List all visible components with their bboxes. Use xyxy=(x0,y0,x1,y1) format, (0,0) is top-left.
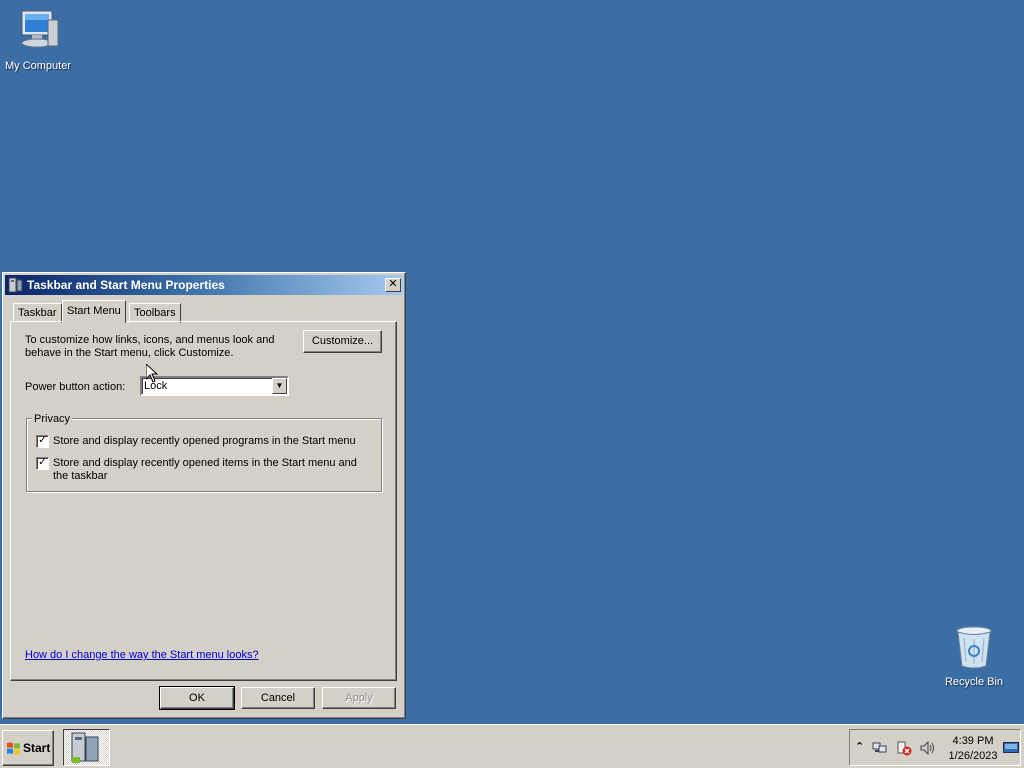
desktop-icon-my-computer[interactable]: My Computer xyxy=(0,8,76,72)
privacy-legend: Privacy xyxy=(32,413,73,425)
dropdown-arrow-icon[interactable]: ▼ xyxy=(272,378,287,394)
recycle-bin-icon xyxy=(950,624,998,670)
taskbar-properties-icon xyxy=(71,732,99,763)
windows-logo-icon xyxy=(6,741,21,756)
checkbox-row-recent-items[interactable]: ✓ Store and display recently opened item… xyxy=(36,457,358,483)
checkbox-row-recent-programs[interactable]: ✓ Store and display recently opened prog… xyxy=(36,435,358,448)
customize-info-text: To customize how links, icons, and menus… xyxy=(25,334,275,359)
tab-toolbars[interactable]: Toolbars xyxy=(129,303,181,323)
customize-button[interactable]: Customize... xyxy=(303,330,382,353)
apply-button[interactable]: Apply xyxy=(322,687,396,709)
taskbar-button-properties[interactable] xyxy=(63,729,110,766)
power-button-action-select[interactable]: Lock ▼ xyxy=(140,376,289,396)
desktop-icon-label: My Computer xyxy=(4,60,72,72)
help-link[interactable]: How do I change the way the Start menu l… xyxy=(25,649,259,661)
checkbox-label: Store and display recently opened progra… xyxy=(53,435,356,447)
ok-button[interactable]: OK xyxy=(159,686,235,710)
checkbox-label: Store and display recently opened items … xyxy=(53,457,357,482)
desktop-icon-label: Recycle Bin xyxy=(944,676,1004,688)
cancel-button[interactable]: Cancel xyxy=(241,687,315,709)
volume-icon[interactable] xyxy=(919,740,935,759)
tab-start-menu[interactable]: Start Menu xyxy=(62,300,126,323)
taskbar-properties-icon xyxy=(8,277,24,293)
tab-panel-start-menu xyxy=(10,321,397,681)
start-button[interactable]: Start xyxy=(2,730,54,766)
action-center-icon[interactable] xyxy=(896,740,912,759)
power-button-action-label: Power button action: xyxy=(25,381,126,393)
dialog-titlebar[interactable]: Taskbar and Start Menu Properties ✕ xyxy=(5,275,403,295)
show-desktop-icon[interactable] xyxy=(1003,742,1019,757)
system-clock[interactable]: 4:39 PM 1/26/2023 xyxy=(943,734,1003,764)
chevron-up-icon[interactable]: ⌃ xyxy=(855,740,864,753)
tab-taskbar[interactable]: Taskbar xyxy=(13,303,62,323)
computer-icon xyxy=(14,8,62,54)
recent-items-checkbox[interactable]: ✓ xyxy=(36,457,49,470)
close-icon: ✕ xyxy=(388,278,398,290)
taskbar: Start ⌃ 4:39 PM 1/26/2023 xyxy=(0,724,1024,768)
desktop-icon-recycle-bin[interactable]: Recycle Bin xyxy=(936,624,1012,688)
notification-area: ⌃ 4:39 PM 1/26/2023 xyxy=(849,729,1021,766)
clock-date: 1/26/2023 xyxy=(948,750,998,762)
dialog-title: Taskbar and Start Menu Properties xyxy=(27,278,225,292)
clock-time: 4:39 PM xyxy=(952,735,994,747)
network-icon[interactable] xyxy=(872,740,888,759)
close-button[interactable]: ✕ xyxy=(385,278,401,292)
recent-programs-checkbox[interactable]: ✓ xyxy=(36,435,49,448)
mouse-cursor-icon xyxy=(145,362,159,383)
start-label: Start xyxy=(23,741,51,755)
